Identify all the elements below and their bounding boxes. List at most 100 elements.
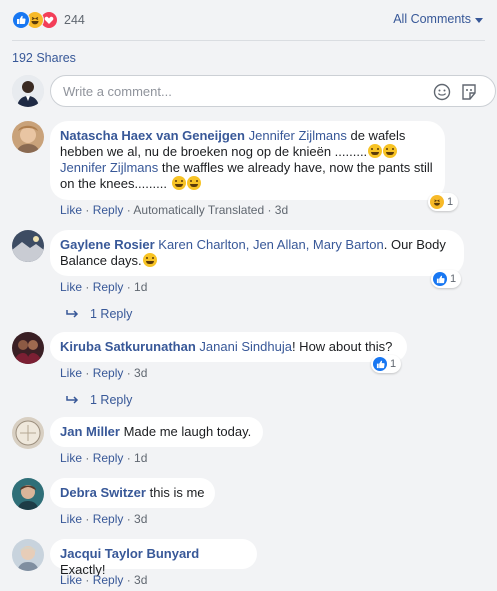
like-icon (12, 11, 30, 29)
comment-bubble: Jacqui Taylor Bunyard Exactly! (50, 539, 257, 577)
reaction-count: 1 (447, 196, 454, 208)
reply-link[interactable]: Reply (93, 512, 124, 526)
comment: Kiruba Satkurunathan Janani Sindhuja! Ho… (12, 332, 492, 412)
all-comments-dropdown[interactable]: All Comments (393, 12, 483, 26)
separator-dot: · (82, 573, 93, 587)
like-icon (373, 357, 387, 371)
comment-time[interactable]: 3d (134, 573, 147, 587)
comment-actions: Like · Reply · 1d (60, 280, 147, 294)
all-comments-label: All Comments (393, 12, 471, 26)
divider (12, 40, 485, 41)
comment-actions: Like · Reply · Automatically Translated … (60, 203, 288, 217)
separator-dot: · (123, 512, 135, 526)
comment-actions: Like · Reply · 1d (60, 451, 147, 465)
comment-input-box[interactable] (50, 75, 496, 107)
comment: Debra Switzer this is me Like · Reply · … (12, 478, 492, 528)
comment-actions: Like · Reply · 3d (60, 512, 147, 526)
separator-dot: · (123, 366, 135, 380)
comment-bubble: Gaylene Rosier Karen Charlton, Jen Allan… (50, 230, 464, 276)
reply-link[interactable]: Reply (93, 366, 124, 380)
like-link[interactable]: Like (60, 366, 82, 380)
emoji-icon[interactable] (433, 83, 451, 101)
commenter-avatar[interactable] (12, 121, 44, 153)
current-user-avatar[interactable] (12, 75, 44, 107)
smile-emoji-icon (142, 253, 157, 267)
replies-count-label: 1 Reply (90, 307, 133, 321)
reply-link[interactable]: Reply (93, 451, 124, 465)
wink-tongue-emoji-icon (171, 176, 186, 190)
separator-dot: · (123, 203, 134, 217)
reaction-summary[interactable]: 244 (12, 11, 85, 29)
wink-tongue-emoji-icon (186, 176, 201, 190)
comment-author[interactable]: Debra Switzer (60, 485, 146, 500)
caret-down-icon (475, 17, 483, 23)
comment-author[interactable]: Natascha Haex van Geneijgen (60, 128, 245, 143)
separator-dot: · (123, 280, 135, 294)
separator-dot: · (123, 573, 135, 587)
mention-tag[interactable]: Jennifer Zijlmans (249, 128, 347, 143)
comment: Jan Miller Made me laugh today. Like · R… (12, 417, 492, 467)
haha-icon (430, 195, 444, 209)
separator-dot: · (264, 203, 275, 217)
commenter-avatar[interactable] (12, 332, 44, 364)
comment-actions: Like · Reply · 3d (60, 366, 147, 380)
comment-author[interactable]: Jacqui Taylor Bunyard (60, 546, 199, 561)
commenter-avatar[interactable] (12, 539, 44, 571)
reply-link[interactable]: Reply (93, 280, 124, 294)
comment-bubble: Debra Switzer this is me (50, 478, 215, 508)
reply-arrow-icon (66, 310, 79, 318)
comment-reaction-badge[interactable]: 1 (371, 355, 402, 373)
comment-author[interactable]: Gaylene Rosier (60, 237, 155, 252)
separator-dot: · (123, 451, 135, 465)
view-replies-link[interactable]: 1 Reply (66, 393, 132, 407)
comment-author[interactable]: Jan Miller (60, 424, 120, 439)
shares-link[interactable]: 192 Shares (12, 51, 76, 65)
like-link[interactable]: Like (60, 280, 82, 294)
comment-bubble: Kiruba Satkurunathan Janani Sindhuja! Ho… (50, 332, 407, 362)
wink-tongue-emoji-icon (383, 144, 398, 158)
wink-tongue-emoji-icon (368, 144, 383, 158)
mention-tag[interactable]: Karen Charlton, Jen Allan, Mary Barton (158, 237, 383, 252)
comment-time[interactable]: 3d (134, 366, 147, 380)
like-link[interactable]: Like (60, 203, 82, 217)
comment-author[interactable]: Kiruba Satkurunathan (60, 339, 196, 354)
reaction-count: 1 (390, 358, 397, 370)
commenter-avatar[interactable] (12, 478, 44, 510)
like-link[interactable]: Like (60, 451, 82, 465)
comment-time[interactable]: 3d (134, 512, 147, 526)
commenter-avatar[interactable] (12, 417, 44, 449)
comment-bubble: Natascha Haex van Geneijgen Jennifer Zij… (50, 121, 445, 200)
comment-actions: Like · Reply · 3d (60, 573, 147, 587)
comment-reaction-badge[interactable]: 1 (431, 270, 462, 288)
comment-time[interactable]: 1d (134, 280, 147, 294)
comment-bubble: Jan Miller Made me laugh today. (50, 417, 263, 447)
commenter-avatar[interactable] (12, 230, 44, 262)
mention-tag[interactable]: Jennifer Zijlmans (60, 160, 158, 175)
reaction-bar: 244 All Comments (0, 0, 497, 40)
like-link[interactable]: Like (60, 512, 82, 526)
reply-link[interactable]: Reply (93, 203, 124, 217)
comment-composer (12, 75, 496, 107)
comment: Gaylene Rosier Karen Charlton, Jen Allan… (12, 230, 492, 325)
comment-time[interactable]: 1d (134, 451, 147, 465)
sticker-icon[interactable] (460, 83, 478, 101)
comment-input[interactable] (61, 83, 415, 100)
separator-dot: · (82, 280, 93, 294)
comment-reaction-badge[interactable]: 1 (428, 193, 459, 211)
mention-tag[interactable]: Janani Sindhuja (199, 339, 292, 354)
comment: Jacqui Taylor Bunyard Exactly! Like · Re… (12, 539, 492, 589)
reaction-count[interactable]: 244 (64, 13, 85, 27)
like-link[interactable]: Like (60, 573, 82, 587)
comment-text: ! How about this? (291, 339, 393, 354)
like-icon (433, 272, 447, 286)
separator-dot: · (82, 203, 93, 217)
replies-count-label: 1 Reply (90, 393, 133, 407)
comment-text: this is me (149, 485, 205, 500)
translation-note: Automatically Translated (133, 203, 265, 217)
comment-text: Made me laugh today. (123, 424, 252, 439)
view-replies-link[interactable]: 1 Reply (66, 307, 132, 321)
separator-dot: · (82, 366, 93, 380)
separator-dot: · (82, 512, 93, 526)
comment-time[interactable]: 3d (275, 203, 288, 217)
reply-link[interactable]: Reply (93, 573, 124, 587)
